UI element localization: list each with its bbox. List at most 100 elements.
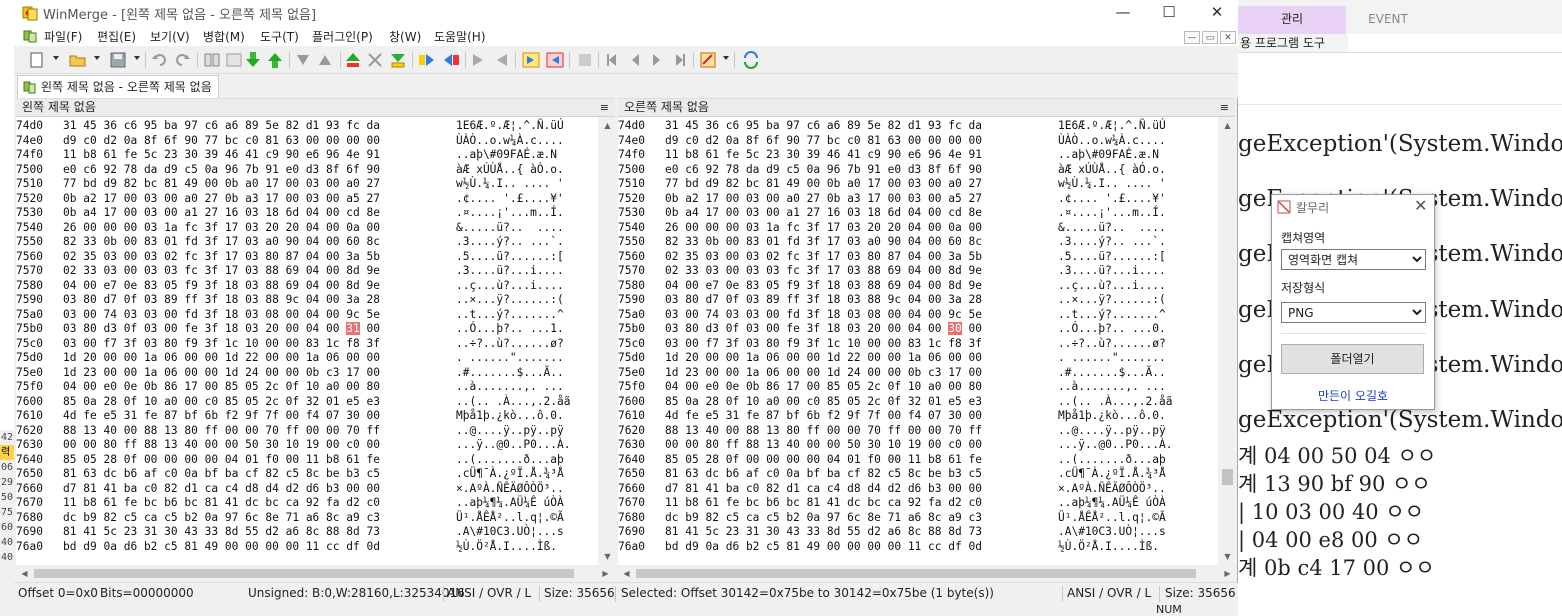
- hex-byte[interactable]: b2: [786, 511, 799, 524]
- hex-byte[interactable]: 00: [726, 250, 739, 263]
- hex-byte[interactable]: e0: [63, 163, 76, 176]
- hex-row[interactable]: 74d0 31 45 36 c6 95 ba 97 c6 a6 89 5e 82 …: [618, 119, 1218, 134]
- hex-byte[interactable]: 80: [164, 337, 177, 350]
- hex-row[interactable]: 76a0 bd d9 0a d6 b2 c5 81 49 00 00 00 00 …: [16, 540, 598, 555]
- hex-byte[interactable]: 92: [103, 163, 116, 176]
- hex-byte[interactable]: 0b: [746, 380, 759, 393]
- hex-byte[interactable]: 00: [367, 438, 380, 451]
- hex-row[interactable]: 75e0 1d 23 00 00 1a 06 00 00 1d 24 00 00 …: [16, 366, 598, 381]
- hex-byte[interactable]: 69: [888, 279, 901, 292]
- hex-byte[interactable]: 81: [184, 540, 197, 553]
- hex-row[interactable]: 7590 03 80 d7 0f 03 89 ff 3f 18 03 88 9c …: [618, 293, 1218, 308]
- hex-byte[interactable]: 16: [225, 206, 238, 219]
- hex-byte[interactable]: 07: [326, 409, 339, 422]
- hex-byte[interactable]: 17: [225, 235, 238, 248]
- hex-byte[interactable]: d2: [948, 496, 961, 509]
- hex-byte[interactable]: bd: [83, 177, 96, 190]
- hex-byte[interactable]: 00: [685, 380, 698, 393]
- hex-byte[interactable]: 87: [164, 409, 177, 422]
- left-pane-menu-icon[interactable]: ≡: [600, 99, 609, 116]
- hex-byte[interactable]: 88: [265, 279, 278, 292]
- hex-byte[interactable]: 00: [205, 438, 218, 451]
- hex-byte[interactable]: df: [948, 540, 961, 553]
- hex-byte[interactable]: 03: [665, 308, 678, 321]
- hex-byte[interactable]: 0f: [726, 395, 739, 408]
- hex-byte[interactable]: 41: [705, 482, 718, 495]
- hex-byte[interactable]: dc: [103, 467, 116, 480]
- hex-byte[interactable]: 0a: [786, 467, 799, 480]
- hex-byte[interactable]: 4d: [665, 409, 678, 422]
- hex-byte[interactable]: fe: [786, 322, 799, 335]
- hex-byte[interactable]: a9: [948, 511, 961, 524]
- hex-byte[interactable]: b8: [685, 496, 698, 509]
- hex-row[interactable]: 75f0 04 00 e0 0e 0b 86 17 00 85 05 2c 0f …: [16, 380, 598, 395]
- hex-byte[interactable]: 17: [705, 206, 718, 219]
- hex-row[interactable]: 75d0 1d 20 00 00 1a 06 00 00 1d 22 00 00 …: [16, 351, 598, 366]
- hex-byte[interactable]: 03: [746, 221, 759, 234]
- hex-byte[interactable]: 04: [306, 293, 319, 306]
- hex-byte[interactable]: 87: [286, 250, 299, 263]
- hex-byte[interactable]: 3a: [346, 250, 359, 263]
- hex-byte[interactable]: 0d: [969, 540, 982, 553]
- hex-byte[interactable]: a6: [827, 119, 840, 132]
- hex-byte[interactable]: 03: [766, 264, 779, 277]
- hex-byte[interactable]: 85: [665, 395, 678, 408]
- hex-row[interactable]: 7550 82 33 0b 00 83 01 fd 3f 17 03 a0 90 …: [618, 235, 1218, 250]
- hex-byte[interactable]: cd: [948, 206, 961, 219]
- hex-byte[interactable]: 73: [367, 525, 380, 538]
- open-folder-button[interactable]: 폴더열기: [1281, 344, 1424, 374]
- hex-byte[interactable]: 00: [205, 351, 218, 364]
- hex-byte[interactable]: ff: [184, 293, 197, 306]
- hex-byte[interactable]: 35: [685, 250, 698, 263]
- hex-byte[interactable]: 00: [746, 453, 759, 466]
- hex-byte[interactable]: c9: [265, 148, 278, 161]
- hex-byte[interactable]: 3f: [205, 322, 218, 335]
- hex-byte[interactable]: d3: [306, 163, 319, 176]
- hex-byte[interactable]: 0b: [827, 177, 840, 190]
- hex-byte[interactable]: 00: [807, 453, 820, 466]
- hex-byte[interactable]: 20: [888, 221, 901, 234]
- hex-byte[interactable]: 18: [827, 322, 840, 335]
- hex-byte[interactable]: 04: [665, 380, 678, 393]
- hex-row[interactable]: 7530 0b a4 17 00 03 00 a1 27 16 03 18 6d …: [618, 206, 1218, 221]
- hex-byte[interactable]: d9: [685, 540, 698, 553]
- hex-byte[interactable]: d8: [245, 482, 258, 495]
- hex-byte[interactable]: fe: [746, 409, 759, 422]
- hex-byte[interactable]: 5e: [367, 308, 380, 321]
- hex-byte[interactable]: 20: [286, 221, 299, 234]
- hex-byte[interactable]: 0a: [346, 221, 359, 234]
- hex-byte[interactable]: 30: [766, 525, 779, 538]
- hex-byte[interactable]: 0a: [184, 467, 197, 480]
- hex-byte[interactable]: 00: [807, 177, 820, 190]
- hex-byte[interactable]: 26: [665, 221, 678, 234]
- hex-byte[interactable]: 96: [326, 148, 339, 161]
- hex-byte[interactable]: 36: [103, 119, 116, 132]
- hex-byte[interactable]: 17: [103, 192, 116, 205]
- hex-byte[interactable]: df: [346, 540, 359, 553]
- hex-byte[interactable]: 33: [685, 264, 698, 277]
- hex-row[interactable]: 74e0 d9 c0 d2 0a 8f 6f 90 77 bc c0 81 63 …: [618, 134, 1218, 149]
- hex-byte[interactable]: a0: [766, 395, 779, 408]
- chevron-down-icon[interactable]: [94, 56, 100, 60]
- hex-byte[interactable]: f7: [705, 337, 718, 350]
- hex-byte[interactable]: 1d: [827, 366, 840, 379]
- hex-byte[interactable]: 00: [286, 177, 299, 190]
- right-pane-menu-icon[interactable]: ≡: [1220, 99, 1229, 116]
- hex-byte[interactable]: 00: [807, 366, 820, 379]
- hex-byte[interactable]: 00: [326, 279, 339, 292]
- hex-byte[interactable]: d9: [103, 177, 116, 190]
- hex-byte[interactable]: 83: [306, 337, 319, 350]
- hex-byte[interactable]: c0: [847, 134, 860, 147]
- hex-byte[interactable]: 63: [286, 134, 299, 147]
- hex-byte[interactable]: 0b: [665, 206, 678, 219]
- hex-byte[interactable]: c4: [225, 482, 238, 495]
- hex-byte[interactable]: 0a: [83, 395, 96, 408]
- hex-byte[interactable]: a4: [83, 206, 96, 219]
- hex-byte[interactable]: e3: [367, 395, 380, 408]
- hex-byte[interactable]: 18: [225, 279, 238, 292]
- hex-byte[interactable]: d3: [103, 322, 116, 335]
- hex-byte[interactable]: 6b: [205, 409, 218, 422]
- hex-byte[interactable]: 39: [205, 148, 218, 161]
- hex-byte[interactable]: 81: [807, 496, 820, 509]
- hex-byte[interactable]: 00: [726, 206, 739, 219]
